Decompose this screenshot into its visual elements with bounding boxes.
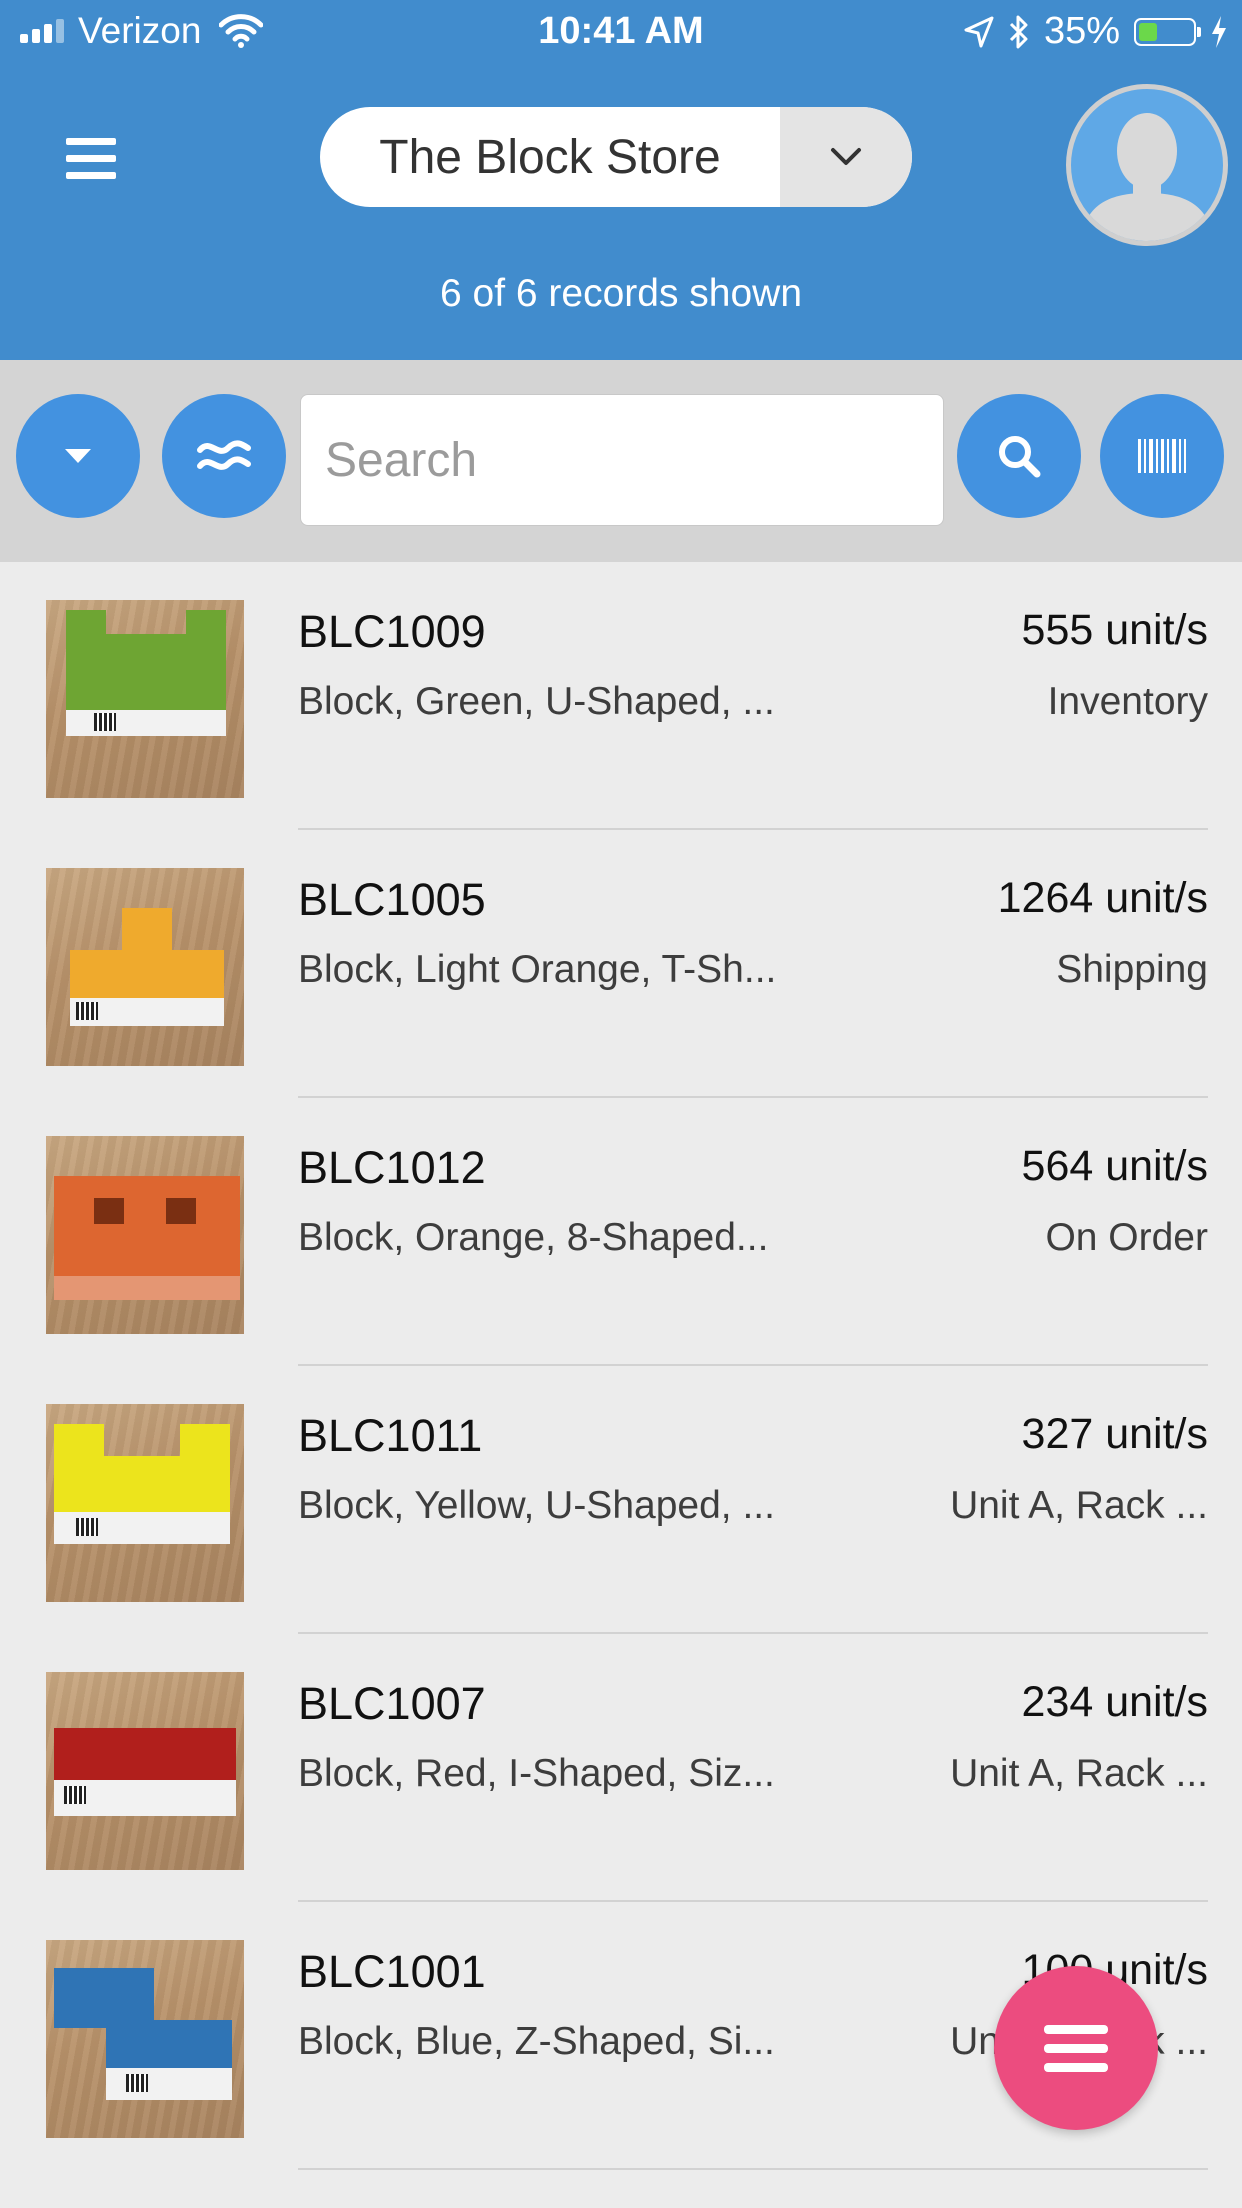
charging-bolt-icon: [1212, 15, 1226, 48]
item-sku: BLC1009: [298, 606, 486, 657]
row-divider: [298, 2168, 1208, 2170]
search-button[interactable]: [957, 394, 1081, 518]
item-quantity: 555 unit/s: [1021, 606, 1208, 654]
barcode-icon: [1138, 439, 1186, 473]
item-location: Shipping: [1056, 948, 1208, 991]
hamburger-icon: [1044, 2015, 1108, 2082]
battery-icon: [1134, 17, 1201, 46]
location-arrow-icon: [964, 16, 994, 47]
list-item[interactable]: BLC1007 Block, Red, I-Shaped, Siz... 234…: [0, 1634, 1242, 1902]
item-thumbnail: [46, 1404, 244, 1602]
menu-button[interactable]: [66, 138, 116, 180]
hamburger-icon-bar: [66, 172, 116, 179]
fuzzy-search-button[interactable]: [162, 394, 286, 518]
search-toolbar: [0, 360, 1242, 562]
records-count: 6 of 6 records shown: [439, 272, 803, 315]
item-thumbnail: [46, 1672, 244, 1870]
status-bar: Verizon 10:41 AM 35%: [0, 0, 1242, 66]
store-selector[interactable]: The Block Store: [320, 107, 912, 207]
item-description: Block, Orange, 8-Shaped...: [298, 1216, 769, 1259]
caret-down-icon: [65, 449, 91, 463]
magnifier-icon: [999, 436, 1041, 478]
list-item[interactable]: BLC1011 Block, Yellow, U-Shaped, ... 327…: [0, 1366, 1242, 1634]
item-quantity: 564 unit/s: [1021, 1142, 1208, 1190]
user-silhouette-icon: [1081, 113, 1213, 241]
hamburger-icon-bar: [66, 138, 116, 145]
item-description: Block, Green, U-Shaped, ...: [298, 680, 775, 723]
battery-percent: 35%: [1043, 10, 1120, 52]
item-quantity: 1264 unit/s: [997, 874, 1208, 922]
item-location: Inventory: [1047, 680, 1208, 723]
item-description: Block, Blue, Z-Shaped, Si...: [298, 2020, 775, 2063]
item-location: Unit A, Rack ...: [950, 1752, 1208, 1795]
fab-menu-button[interactable]: [994, 1966, 1158, 2130]
item-sku: BLC1001: [298, 1946, 486, 1997]
item-description: Block, Yellow, U-Shaped, ...: [298, 1484, 775, 1527]
barcode-scan-button[interactable]: [1100, 394, 1224, 518]
store-dropdown-button[interactable]: [780, 107, 912, 207]
item-sku: BLC1005: [298, 874, 486, 925]
chevron-down-icon: [831, 148, 861, 165]
list-item[interactable]: BLC1005 Block, Light Orange, T-Sh... 126…: [0, 830, 1242, 1098]
item-quantity: 234 unit/s: [1021, 1678, 1208, 1726]
store-name: The Block Store: [379, 130, 721, 184]
user-avatar[interactable]: [1066, 84, 1228, 246]
sort-dropdown-button[interactable]: [16, 394, 140, 518]
list-item[interactable]: BLC1012 Block, Orange, 8-Shaped... 564 u…: [0, 1098, 1242, 1366]
item-thumbnail: [46, 868, 244, 1066]
list-item[interactable]: BLC1009 Block, Green, U-Shaped, ... 555 …: [0, 562, 1242, 830]
approx-equal-icon: [197, 440, 251, 470]
item-description: Block, Light Orange, T-Sh...: [298, 948, 777, 991]
hamburger-icon-bar: [66, 155, 116, 162]
app-header: Verizon 10:41 AM 35% The Block Store 6 o…: [0, 0, 1242, 360]
item-sku: BLC1011: [298, 1410, 483, 1461]
item-thumbnail: [46, 1136, 244, 1334]
item-quantity: 327 unit/s: [1021, 1410, 1208, 1458]
item-description: Block, Red, I-Shaped, Siz...: [298, 1752, 775, 1795]
item-sku: BLC1012: [298, 1142, 486, 1193]
item-location: On Order: [1045, 1216, 1208, 1259]
status-right: 35%: [964, 10, 1228, 53]
item-sku: BLC1007: [298, 1678, 486, 1729]
search-input[interactable]: [300, 394, 944, 526]
item-thumbnail: [46, 1940, 244, 2138]
item-thumbnail: [46, 600, 244, 798]
item-location: Unit A, Rack ...: [950, 1484, 1208, 1527]
bluetooth-icon: [1009, 15, 1028, 48]
